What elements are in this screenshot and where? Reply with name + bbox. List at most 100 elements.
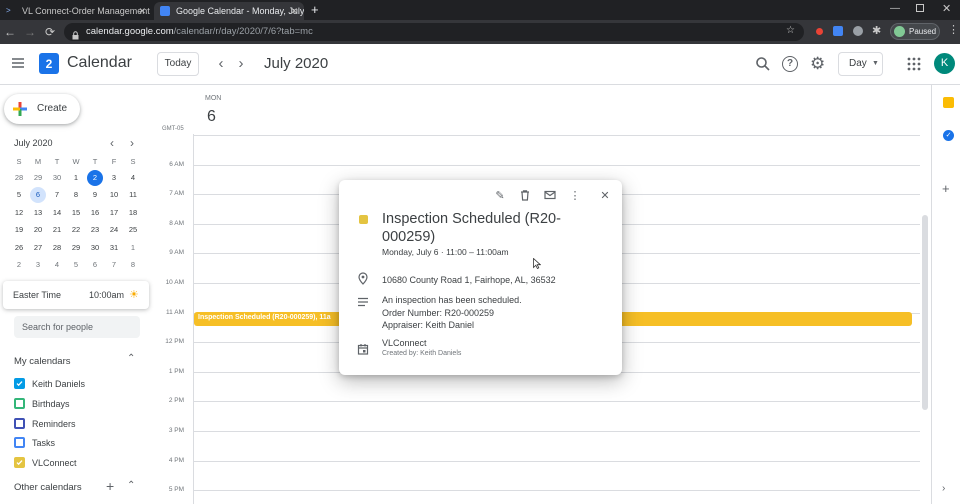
close-popup-icon[interactable]: ✕ [598,189,612,203]
minical-day[interactable]: 12 [11,205,27,221]
extension-translate-icon[interactable] [833,26,843,36]
minical-day[interactable]: 22 [68,222,84,238]
create-button[interactable]: Create [4,94,80,124]
edit-pencil-icon[interactable]: ✎ [493,189,507,203]
minical-day[interactable]: 4 [49,257,65,273]
expand-panel-icon[interactable]: › [942,483,945,494]
event-location[interactable]: 10680 County Road 1, Fairhope, AL, 36532 [382,275,556,285]
minical-day[interactable]: 6 [87,257,103,273]
minimize-window-icon[interactable]: — [890,3,900,14]
minical-day[interactable]: 30 [49,170,65,186]
new-tab-button[interactable]: + [311,2,319,18]
minical-day[interactable]: 5 [11,187,27,203]
minical-day[interactable]: 28 [11,170,27,186]
minical-day[interactable]: 1 [125,240,141,256]
extension-circle-icon[interactable] [853,26,863,36]
calendar-checkbox[interactable] [14,457,25,469]
minical-day[interactable]: 17 [106,205,122,221]
profile-paused-button[interactable]: Paused [890,23,940,40]
minical-day[interactable]: 13 [30,205,46,221]
minical-day[interactable]: 26 [11,240,27,256]
extensions-puzzle-icon[interactable]: ✱ [872,24,881,37]
next-day-icon[interactable]: › [231,54,251,74]
maximize-window-icon[interactable] [916,4,924,12]
address-bar[interactable]: calendar.google.com/calendar/r/day/2020/… [64,23,804,41]
minical-day[interactable]: 3 [106,170,122,186]
minical-day[interactable]: 23 [87,222,103,238]
day-number[interactable]: 6 [207,108,216,126]
minical-day[interactable]: 29 [68,240,84,256]
other-calendars-heading[interactable]: Other calendars [14,482,82,493]
minical-selected-day[interactable]: 6 [30,187,46,204]
search-icon[interactable] [755,56,771,72]
collapse-chevron-icon[interactable]: ⌃ [127,353,135,364]
minical-day[interactable]: 4 [125,170,141,186]
minical-day[interactable]: 30 [87,240,103,256]
minical-day[interactable]: 29 [30,170,46,186]
minical-day[interactable]: 16 [87,205,103,221]
minical-day[interactable]: 25 [125,222,141,238]
minical-day[interactable]: 10 [106,187,122,203]
lock-icon[interactable] [72,27,79,40]
minical-day[interactable]: 31 [106,240,122,256]
more-options-icon[interactable]: ⋮ [568,189,582,203]
calendar-checkbox[interactable] [14,417,25,429]
add-other-calendar-icon[interactable]: + [106,478,114,494]
view-switcher-button[interactable]: Day ▼ [838,52,883,76]
minical-day[interactable]: 2 [11,257,27,273]
forward-button[interactable]: → [22,24,38,40]
reload-button[interactable]: ⟳ [42,24,58,40]
browser-tab-google-calendar[interactable]: Google Calendar - Monday, July 6 ✕ [154,2,304,20]
minical-day[interactable]: 28 [49,240,65,256]
bookmark-star-icon[interactable]: ☆ [786,25,795,36]
google-apps-icon[interactable] [907,57,921,71]
minical-next-icon[interactable]: › [130,136,134,150]
minical-day[interactable]: 7 [49,187,65,203]
browser-toolbar: ← → ⟳ calendar.google.com/calendar/r/day… [0,20,960,44]
collapse-chevron-icon[interactable]: ⌃ [127,480,135,491]
close-tab-icon[interactable]: ✕ [290,2,298,20]
minical-day[interactable]: 21 [49,222,65,238]
close-tab-icon[interactable]: ✕ [138,2,146,20]
minical-day[interactable]: 1 [68,170,84,186]
today-button[interactable]: Today [157,52,199,76]
minical-day[interactable]: 24 [106,222,122,238]
minical-day[interactable]: 3 [30,257,46,273]
browser-menu-icon[interactable]: ⋮ [948,23,959,36]
minical-day[interactable]: 8 [125,257,141,273]
tasks-icon[interactable]: ✓ [943,130,954,141]
minical-day[interactable]: 19 [11,222,27,238]
main-menu-icon[interactable] [10,55,26,71]
email-guests-icon[interactable] [543,189,557,203]
minical-day[interactable]: 8 [68,187,84,203]
minical-day[interactable]: 9 [87,187,103,203]
minical-day[interactable]: 11 [125,187,141,203]
search-people-input[interactable]: Search for people [14,316,140,338]
help-icon[interactable]: ? [782,56,798,72]
minical-previous-icon[interactable]: ‹ [110,136,114,150]
day-grid-scrollbar[interactable] [922,215,928,410]
close-window-icon[interactable]: ✕ [942,2,951,15]
calendar-checkbox[interactable] [14,437,25,449]
account-avatar[interactable]: K [934,53,955,74]
back-button[interactable]: ← [2,24,18,40]
minical-day[interactable]: 20 [30,222,46,238]
extension-record-icon[interactable] [816,28,823,35]
get-add-ons-icon[interactable]: + [942,181,950,196]
minical-day[interactable]: 14 [49,205,65,221]
minical-today[interactable]: 2 [87,170,103,186]
minical-day[interactable]: 27 [30,240,46,256]
calendar-checkbox[interactable] [14,378,25,389]
minical-day[interactable]: 7 [106,257,122,273]
settings-gear-icon[interactable]: ⚙ [810,54,825,74]
keep-icon[interactable] [943,97,954,108]
minical-day[interactable]: 5 [68,257,84,273]
previous-day-icon[interactable]: ‹ [211,54,231,74]
my-calendars-heading[interactable]: My calendars [14,356,71,367]
calendar-logo-icon[interactable]: 2 [39,53,59,74]
calendar-checkbox[interactable] [14,397,25,409]
delete-trash-icon[interactable] [518,189,532,203]
browser-tab-vlconnect[interactable]: > VL Connect-Order Management ✕ [0,2,152,20]
minical-day[interactable]: 15 [68,205,84,221]
minical-day[interactable]: 18 [125,205,141,221]
